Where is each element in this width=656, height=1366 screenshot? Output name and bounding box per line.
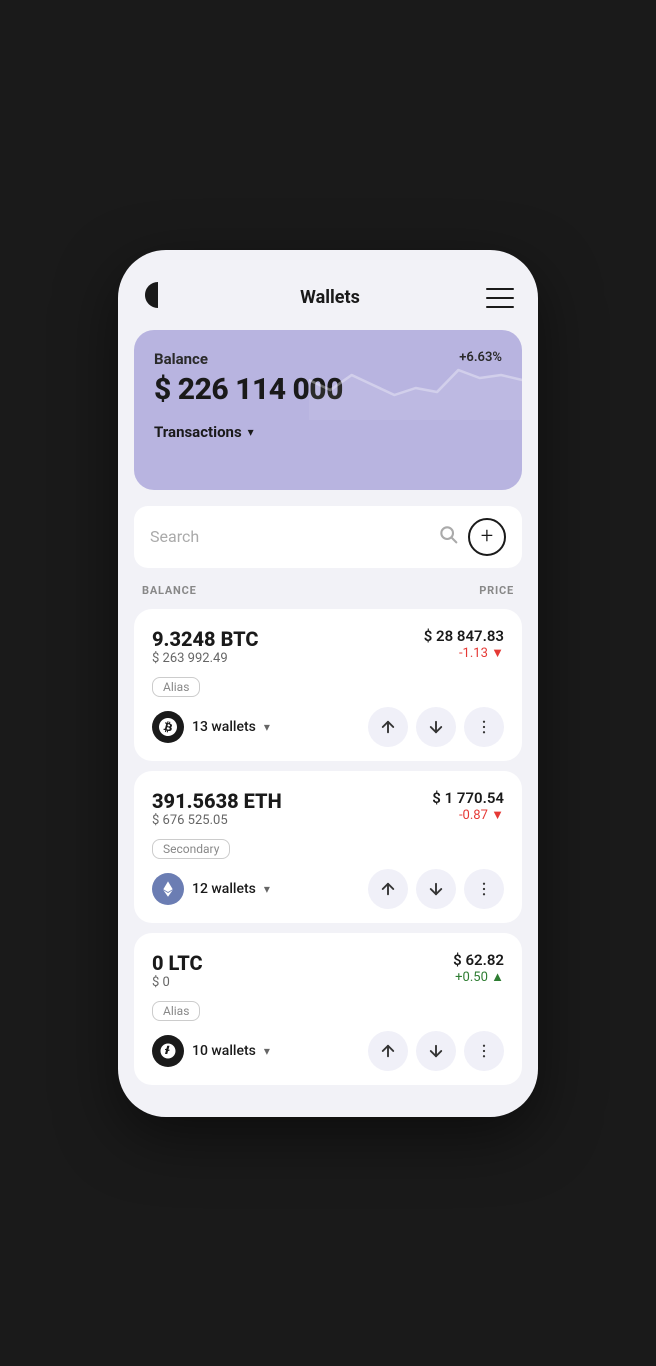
eth-wallets-chevron: ▾ bbox=[264, 882, 270, 896]
btc-logo bbox=[152, 711, 184, 743]
balance-label: Balance bbox=[154, 350, 208, 368]
transactions-label: Transactions bbox=[154, 423, 242, 441]
search-section: Search + bbox=[118, 506, 538, 568]
ltc-wallets-chevron: ▾ bbox=[264, 1044, 270, 1058]
ltc-amount: 0 LTC bbox=[152, 951, 203, 975]
search-placeholder[interactable]: Search bbox=[150, 527, 199, 546]
crypto-card-ltc: 0 LTC $ 0 $ 62.82 +0.50 ▲ Alias bbox=[134, 933, 522, 1085]
eth-price: $ 1 770.54 bbox=[432, 789, 504, 807]
ltc-logo bbox=[152, 1035, 184, 1067]
btc-coin-info[interactable]: 13 wallets ▾ bbox=[152, 711, 270, 743]
header: Wallets bbox=[118, 274, 538, 330]
ltc-more-button[interactable] bbox=[464, 1031, 504, 1071]
btc-usd-value: $ 263 992.49 bbox=[152, 651, 259, 666]
btc-alias-badge: Alias bbox=[152, 677, 200, 697]
btc-send-button[interactable] bbox=[368, 707, 408, 747]
btc-action-buttons bbox=[368, 707, 504, 747]
crypto-card-eth: 391.5638 ETH $ 676 525.05 $ 1 770.54 -0.… bbox=[134, 771, 522, 923]
ltc-receive-button[interactable] bbox=[416, 1031, 456, 1071]
eth-action-buttons bbox=[368, 869, 504, 909]
search-icon bbox=[438, 524, 458, 549]
ltc-usd-value: $ 0 bbox=[152, 975, 203, 990]
btc-more-button[interactable] bbox=[464, 707, 504, 747]
eth-receive-button[interactable] bbox=[416, 869, 456, 909]
logo-icon bbox=[142, 282, 174, 314]
eth-wallets-count: 12 wallets bbox=[192, 881, 256, 897]
eth-more-button[interactable] bbox=[464, 869, 504, 909]
transactions-chevron: ▾ bbox=[248, 425, 254, 439]
ltc-change: +0.50 ▲ bbox=[453, 969, 504, 985]
menu-icon[interactable] bbox=[486, 288, 514, 308]
balance-card: Balance +6.63% $ 226 114 000 Transaction… bbox=[134, 330, 522, 490]
column-headers: BALANCE PRICE bbox=[118, 576, 538, 605]
ltc-price: $ 62.82 bbox=[453, 951, 504, 969]
eth-alias-badge: Secondary bbox=[152, 839, 230, 859]
btc-amount: 9.3248 BTC bbox=[152, 627, 259, 651]
btc-wallets-chevron: ▾ bbox=[264, 720, 270, 734]
balance-col-header: BALANCE bbox=[142, 584, 197, 597]
btc-wallets-count: 13 wallets bbox=[192, 719, 256, 735]
ltc-send-button[interactable] bbox=[368, 1031, 408, 1071]
price-col-header: PRICE bbox=[479, 584, 514, 597]
eth-coin-info[interactable]: 12 wallets ▾ bbox=[152, 873, 270, 905]
eth-amount: 391.5638 ETH bbox=[152, 789, 282, 813]
eth-change: -0.87 ▼ bbox=[432, 807, 504, 823]
page-title: Wallets bbox=[300, 287, 360, 308]
btc-receive-button[interactable] bbox=[416, 707, 456, 747]
ltc-wallets-count: 10 wallets bbox=[192, 1043, 256, 1059]
crypto-card-btc: 9.3248 BTC $ 263 992.49 $ 28 847.83 -1.1… bbox=[134, 609, 522, 761]
balance-chart bbox=[309, 340, 522, 420]
ltc-coin-info[interactable]: 10 wallets ▾ bbox=[152, 1035, 270, 1067]
btc-price: $ 28 847.83 bbox=[424, 627, 504, 645]
eth-send-button[interactable] bbox=[368, 869, 408, 909]
btc-change: -1.13 ▼ bbox=[424, 645, 504, 661]
ltc-action-buttons bbox=[368, 1031, 504, 1071]
eth-logo bbox=[152, 873, 184, 905]
transactions-row[interactable]: Transactions ▾ bbox=[154, 423, 502, 441]
ltc-alias-badge: Alias bbox=[152, 1001, 200, 1021]
phone-frame: Wallets Balance +6.63% $ 226 114 000 Tra… bbox=[118, 250, 538, 1117]
crypto-list: 9.3248 BTC $ 263 992.49 $ 28 847.83 -1.1… bbox=[118, 609, 538, 1085]
search-bar: Search + bbox=[134, 506, 522, 568]
add-wallet-button[interactable]: + bbox=[468, 518, 506, 556]
eth-usd-value: $ 676 525.05 bbox=[152, 813, 282, 828]
